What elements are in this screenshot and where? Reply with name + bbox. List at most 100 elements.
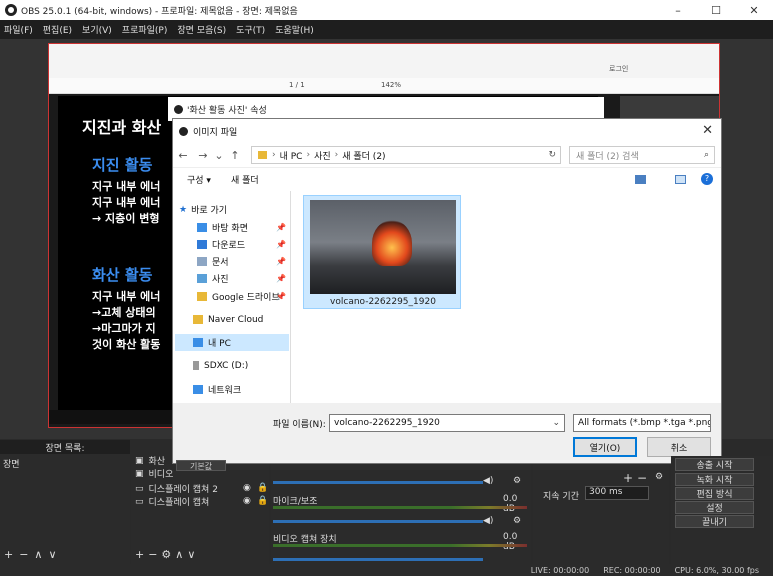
open-button[interactable]: 열기(O) — [573, 437, 637, 457]
start-streaming-button[interactable]: 송출 시작 — [675, 458, 754, 471]
source-item[interactable]: ▭ 디스플레이 캡쳐 2 — [135, 482, 218, 496]
new-folder-button[interactable]: 새 폴더 — [231, 173, 259, 186]
download-icon — [197, 240, 207, 249]
breadcrumb-pictures[interactable]: 사진 — [314, 149, 331, 162]
slide-line: 지구 내부 에너 — [92, 290, 161, 303]
document-icon — [197, 257, 207, 266]
volcano-thumbnail — [310, 200, 456, 294]
obs-logo-icon — [179, 126, 188, 136]
source-controls[interactable]: +−⚙∧∨ — [135, 548, 199, 561]
eye-icon[interactable]: ◉ — [243, 496, 251, 506]
breadcrumb-pc[interactable]: 내 PC — [280, 149, 303, 162]
speaker-icon[interactable]: ◀) — [483, 516, 493, 526]
navigation-pane: ★ 바로 가기 바탕 화면 📌 다운로드 📌 문서 📌 사진 📌 Google … — [173, 191, 291, 403]
chevron-down-icon[interactable]: ⌄ — [213, 149, 225, 162]
menu-profile[interactable]: 프로파일(P) — [122, 23, 168, 36]
volume-slider[interactable] — [273, 558, 483, 561]
lock-icon[interactable]: 🔒 — [257, 496, 268, 506]
preview-pane-icon[interactable] — [675, 175, 686, 184]
properties-dialog-title: '화산 활동 사진' 속성 — [187, 105, 267, 116]
live-timer: LIVE: 00:00:00 — [530, 565, 590, 575]
volume-slider[interactable] — [273, 481, 483, 484]
volume-slider[interactable] — [273, 520, 483, 523]
defaults-button[interactable]: 기본값 — [176, 460, 226, 471]
file-item[interactable]: volcano-2262295_1920 — [303, 195, 461, 309]
slide-line: 지구 내부 에너 — [92, 196, 161, 209]
menu-tools[interactable]: 도구(T) — [236, 23, 265, 36]
source-item[interactable]: ▭ 디스플레이 캡쳐 — [135, 495, 209, 509]
help-icon[interactable]: ? — [701, 173, 713, 185]
file-open-dialog: 이미지 파일 ✕ ← → ⌄ ↑ › 내 PC › 사진 › 새 폴더 (2) … — [172, 118, 722, 464]
view-options-icon[interactable] — [635, 175, 646, 184]
search-placeholder: 새 폴더 (2) 검색 — [576, 151, 639, 162]
breadcrumb-folder[interactable]: 새 폴더 (2) — [342, 149, 385, 162]
filename-input[interactable]: volcano-2262295_1920 ⌄ — [329, 414, 565, 432]
window-titlebar: OBS 25.0.1 (64-bit, windows) - 프로파일: 제목없… — [0, 0, 773, 20]
drive-icon — [193, 361, 199, 370]
lock-icon[interactable]: 🔒 — [257, 483, 268, 493]
monitor-icon: ▭ — [135, 496, 144, 507]
transition-add-remove[interactable]: +− — [623, 471, 651, 485]
scenes-dock: 장면 목록: 장면 +−∧∨ — [0, 440, 130, 564]
menu-scene-collection[interactable]: 장면 모음(S) — [177, 23, 226, 36]
nav-my-pc[interactable]: 내 PC — [175, 334, 289, 351]
file-name-label: volcano-2262295_1920 — [330, 297, 436, 307]
eye-icon[interactable]: ◉ — [243, 483, 251, 493]
folder-icon — [193, 315, 203, 324]
chevron-down-icon[interactable]: ⌄ — [552, 418, 560, 428]
refresh-icon[interactable]: ↻ — [548, 150, 556, 160]
menu-view[interactable]: 보기(V) — [82, 23, 112, 36]
status-bar: LIVE: 00:00:00 REC: 00:00:00 CPU: 6.0%, … — [0, 564, 773, 576]
close-button[interactable]: ✕ — [735, 4, 773, 17]
acrobat-window-header: 로그인 공유 — [49, 44, 719, 90]
scenes-header: 장면 목록: — [0, 440, 130, 454]
pictures-icon — [197, 274, 207, 283]
start-recording-button[interactable]: 녹화 시작 — [675, 473, 754, 486]
address-bar-row: ← → ⌄ ↑ › 내 PC › 사진 › 새 폴더 (2) ↻ 새 폴더 (2… — [173, 143, 721, 167]
minimize-button[interactable]: – — [659, 4, 697, 17]
scene-controls[interactable]: +−∧∨ — [4, 548, 63, 561]
mixer-dock: ◀) ⚙ 마이크/보조 0.0 dB ◀) ⚙ 비디오 캡쳐 장치 0.0 dB — [271, 464, 531, 564]
acrobat-login[interactable]: 로그인 — [609, 64, 628, 74]
menu-file[interactable]: 파일(F) — [4, 23, 33, 36]
mixer-channel-db: 0.0 dB — [503, 494, 518, 514]
source-item[interactable]: ▣ 화산 — [135, 454, 165, 468]
nav-quick-access[interactable]: ★ 바로 가기 — [179, 201, 297, 218]
file-type-select[interactable]: All formats (*.bmp *.tga *.png — [573, 414, 711, 432]
obs-logo-icon — [5, 4, 17, 16]
window-title: OBS 25.0.1 (64-bit, windows) - 프로파일: 제목없… — [21, 6, 298, 17]
dialog-bottom-bar: 파일 이름(N): volcano-2262295_1920 ⌄ All for… — [173, 403, 721, 463]
nav-label: 바로 가기 — [191, 206, 228, 216]
gear-icon[interactable]: ⚙ — [513, 476, 521, 486]
menu-help[interactable]: 도움말(H) — [275, 23, 314, 36]
search-input[interactable]: 새 폴더 (2) 검색 ⌕ — [569, 146, 715, 164]
slide-line: →마그마가 지 — [92, 322, 156, 335]
slide-section-volcano: 화산 활동 — [92, 266, 153, 284]
google-drive-icon — [197, 292, 207, 301]
studio-mode-button[interactable]: 편집 방식 — [675, 487, 754, 500]
back-icon[interactable]: ← — [173, 149, 193, 162]
nav-label: Naver Cloud — [208, 314, 264, 325]
settings-button[interactable]: 설정 — [675, 501, 754, 514]
speaker-icon[interactable]: ◀) — [483, 476, 493, 486]
menu-edit[interactable]: 편집(E) — [43, 23, 72, 36]
maximize-button[interactable]: ☐ — [697, 4, 735, 17]
nav-label: 사진 — [212, 275, 229, 285]
source-item[interactable]: ▣ 비디오 — [135, 467, 173, 481]
cancel-button[interactable]: 취소 — [647, 437, 711, 457]
audio-meter — [273, 506, 527, 509]
gear-icon[interactable]: ⚙ — [513, 516, 521, 526]
scene-item[interactable]: 장면 — [3, 457, 20, 470]
desktop-icon — [197, 223, 207, 232]
gear-icon[interactable]: ⚙ — [655, 472, 663, 482]
address-box[interactable]: › 내 PC › 사진 › 새 폴더 (2) ↻ — [251, 146, 561, 164]
exit-button[interactable]: 끝내기 — [675, 515, 754, 528]
up-icon[interactable]: ↑ — [225, 149, 245, 162]
nav-label: 다운로드 — [212, 241, 246, 251]
acrobat-zoom[interactable]: 142% — [381, 81, 401, 89]
close-icon[interactable]: ✕ — [702, 123, 713, 138]
duration-input[interactable]: 300 ms — [585, 486, 649, 500]
forward-icon[interactable]: → — [193, 149, 213, 162]
pin-icon: 📌 — [276, 223, 286, 232]
organize-button[interactable]: 구성 ▾ — [187, 173, 211, 186]
